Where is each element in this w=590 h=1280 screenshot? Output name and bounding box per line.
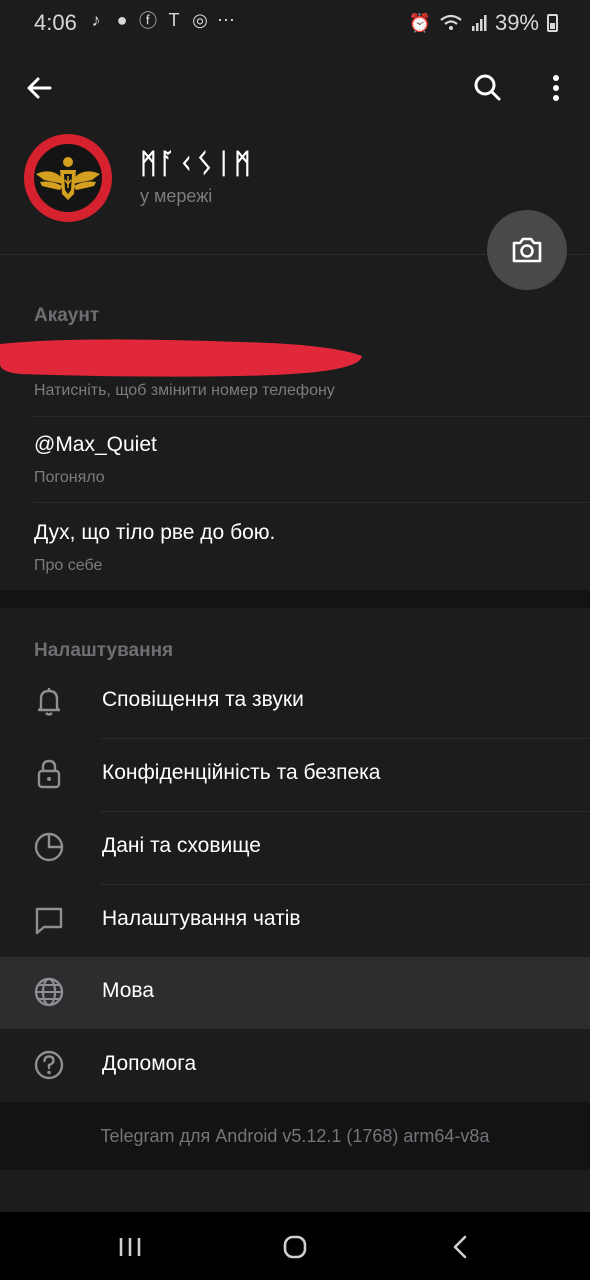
settings-item-label: Сповіщення та звуки	[102, 688, 304, 711]
settings-item-label: Налаштування чатів	[102, 907, 301, 930]
avatar[interactable]	[24, 134, 112, 222]
home-button[interactable]	[275, 1230, 315, 1264]
search-button[interactable]	[468, 68, 508, 108]
recent-apps-icon	[119, 1238, 141, 1256]
help-icon	[34, 1050, 64, 1080]
home-icon	[283, 1235, 307, 1259]
battery-icon	[547, 14, 558, 32]
search-icon	[474, 74, 501, 101]
redacted-phone-number[interactable]	[0, 334, 364, 380]
account-section-title: Акаунт	[34, 305, 100, 326]
status-bar: 4:06 ♪ ● ⓕ T ◎ ⋯ ⏰ 39%	[0, 0, 590, 44]
phone-hint: Натисніть, щоб змінити номер телефону	[34, 382, 335, 399]
chevron-left-icon	[453, 1235, 467, 1259]
more-notifications-icon: ⋯	[217, 9, 235, 30]
username-row[interactable]: @Max_Quiet Погоняло	[0, 417, 590, 502]
tiktok-icon: ♪	[91, 9, 101, 30]
status-time: 4:06	[34, 10, 77, 35]
back-button[interactable]	[20, 68, 60, 108]
bio-value: Дух, що тіло рве до бою.	[34, 521, 276, 544]
set-photo-button[interactable]	[487, 210, 567, 290]
instagram-icon: ◎	[192, 9, 208, 30]
settings-item-label: Допомога	[102, 1052, 197, 1075]
settings-item-language[interactable]: Мова	[0, 957, 590, 1029]
recent-apps-button[interactable]	[110, 1230, 150, 1264]
settings-item-label: Дані та сховище	[102, 834, 261, 857]
profile-name: ᛗᚪᚲᛊᛁᛗ	[140, 148, 253, 179]
settings-section-title: Налаштування	[34, 640, 174, 661]
facebook-icon: ⓕ	[139, 11, 157, 31]
eagle-emblem-icon	[36, 157, 100, 200]
settings-item-label: Мова	[102, 979, 155, 1002]
pie-chart-icon	[34, 832, 64, 862]
alarm-icon: ⏰	[408, 12, 431, 33]
notification-icons: ♪ ● ⓕ T ◎ ⋯	[86, 9, 236, 32]
more-options-button[interactable]	[538, 68, 574, 108]
section-separator	[0, 590, 590, 608]
settings-section: Налаштування Сповіщення та звуки Конфіде…	[0, 608, 590, 1102]
settings-item-data-storage[interactable]: Дані та сховище	[0, 812, 590, 884]
bottom-spacer	[0, 1170, 590, 1212]
settings-item-label: Конфіденційність та безпека	[102, 761, 381, 784]
settings-item-help[interactable]: Допомога	[0, 1030, 590, 1102]
bell-icon	[37, 688, 61, 716]
app-version: Telegram для Android v5.12.1 (1768) arm6…	[100, 1126, 490, 1146]
settings-item-chat-settings[interactable]: Налаштування чатів	[0, 885, 590, 957]
t-app-icon: T	[168, 9, 180, 30]
bio-label: Про себе	[34, 557, 103, 574]
lock-icon	[37, 759, 61, 789]
more-vertical-icon	[553, 75, 559, 101]
app-notification-icon: ●	[116, 9, 128, 30]
settings-item-notifications[interactable]: Сповіщення та звуки	[0, 666, 590, 738]
username-value: @Max_Quiet	[34, 433, 157, 456]
battery-percent: 39%	[494, 10, 539, 35]
bio-row[interactable]: Дух, що тіло рве до бою. Про себе	[0, 503, 590, 589]
system-navigation-bar	[0, 1212, 590, 1280]
camera-icon	[512, 237, 542, 263]
settings-item-privacy[interactable]: Конфіденційність та безпека	[0, 739, 590, 811]
globe-icon	[34, 977, 64, 1007]
signal-icon	[471, 15, 487, 31]
online-status: у мережі	[140, 186, 213, 206]
wifi-icon	[440, 14, 462, 30]
system-back-button[interactable]	[440, 1230, 480, 1264]
chat-bubble-icon	[35, 907, 63, 935]
arrow-left-icon	[27, 77, 52, 99]
status-right: ⏰ 39%	[409, 10, 558, 36]
username-label: Погоняло	[34, 469, 105, 486]
